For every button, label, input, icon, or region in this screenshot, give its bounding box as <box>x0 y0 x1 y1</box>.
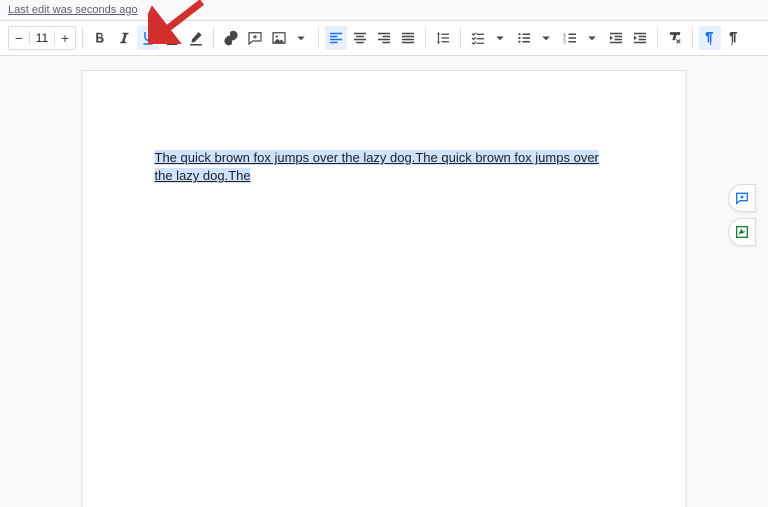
toolbar: − 11 + <box>0 20 768 56</box>
italic-button[interactable] <box>113 26 135 50</box>
numbered-list-button[interactable]: 123 <box>559 26 581 50</box>
checklist-button[interactable] <box>467 26 489 50</box>
line-spacing-icon <box>434 29 452 47</box>
caret-down-icon <box>491 29 509 47</box>
document-text[interactable]: The quick brown fox jumps over the lazy … <box>155 149 614 185</box>
align-justify-button[interactable] <box>397 26 419 50</box>
increase-indent-icon <box>631 29 649 47</box>
insert-link-button[interactable] <box>220 26 242 50</box>
underline-button[interactable] <box>137 26 159 50</box>
separator <box>692 28 693 48</box>
suggest-edits-side-button[interactable] <box>728 218 756 246</box>
svg-text:3: 3 <box>563 39 566 44</box>
image-dropdown[interactable] <box>290 26 312 50</box>
bold-button[interactable] <box>89 26 111 50</box>
rtl-button[interactable] <box>723 26 745 50</box>
separator <box>318 28 319 48</box>
increase-indent-button[interactable] <box>629 26 651 50</box>
align-center-icon <box>351 29 369 47</box>
bulleted-list-button[interactable] <box>513 26 535 50</box>
add-comment-side-button[interactable] <box>728 184 756 212</box>
decrease-indent-button[interactable] <box>605 26 627 50</box>
insert-image-button[interactable] <box>268 26 290 50</box>
align-right-button[interactable] <box>373 26 395 50</box>
highlight-color-button[interactable] <box>185 26 207 50</box>
align-center-button[interactable] <box>349 26 371 50</box>
ltr-button[interactable] <box>699 26 721 50</box>
italic-icon <box>115 29 133 47</box>
image-icon <box>270 29 288 47</box>
text-color-button[interactable] <box>161 26 183 50</box>
font-size-group: − 11 + <box>8 26 76 50</box>
underline-icon <box>139 29 157 47</box>
bold-icon <box>91 29 109 47</box>
checklist-dropdown[interactable] <box>489 26 511 50</box>
ltr-icon <box>701 29 719 47</box>
last-edit-link[interactable]: Last edit was seconds ago <box>0 0 146 20</box>
clear-formatting-icon <box>666 29 684 47</box>
rtl-icon <box>725 29 743 47</box>
bulleted-list-icon <box>515 29 533 47</box>
separator <box>213 28 214 48</box>
side-actions <box>728 184 756 246</box>
selected-text: The quick brown fox jumps over the lazy … <box>155 150 599 183</box>
clear-formatting-button[interactable] <box>664 26 686 50</box>
separator <box>460 28 461 48</box>
comment-icon <box>246 29 264 47</box>
align-left-button[interactable] <box>325 26 347 50</box>
separator <box>657 28 658 48</box>
suggest-icon <box>734 224 750 240</box>
align-right-icon <box>375 29 393 47</box>
text-color-icon <box>163 29 181 47</box>
separator <box>82 28 83 48</box>
link-icon <box>222 29 240 47</box>
decrease-indent-icon <box>607 29 625 47</box>
add-comment-button[interactable] <box>244 26 266 50</box>
numbered-list-dropdown[interactable] <box>581 26 603 50</box>
separator <box>425 28 426 48</box>
caret-down-icon <box>537 29 555 47</box>
decrease-font-size-button[interactable]: − <box>9 27 29 49</box>
caret-down-icon <box>292 29 310 47</box>
caret-down-icon <box>583 29 601 47</box>
bulleted-list-dropdown[interactable] <box>535 26 557 50</box>
line-spacing-button[interactable] <box>432 26 454 50</box>
highlight-icon <box>187 29 205 47</box>
document-page[interactable]: The quick brown fox jumps over the lazy … <box>82 70 687 507</box>
align-left-icon <box>327 29 345 47</box>
comment-plus-icon <box>734 190 750 206</box>
increase-font-size-button[interactable]: + <box>55 27 75 49</box>
align-justify-icon <box>399 29 417 47</box>
workspace: The quick brown fox jumps over the lazy … <box>0 56 768 507</box>
checklist-icon <box>469 29 487 47</box>
font-size-input[interactable]: 11 <box>29 31 55 45</box>
numbered-list-icon: 123 <box>561 29 579 47</box>
